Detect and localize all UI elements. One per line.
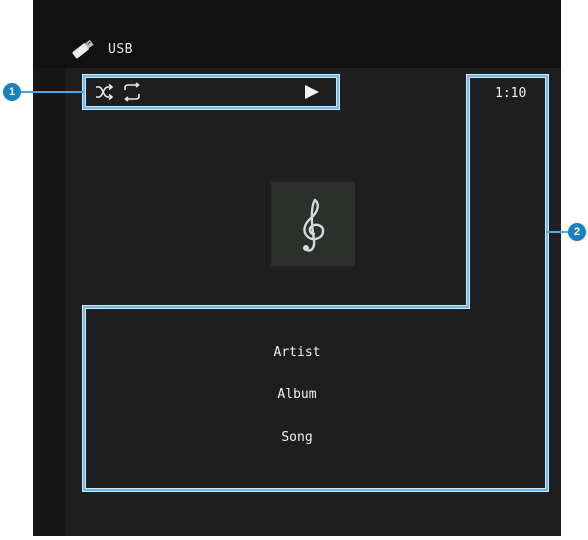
shuffle-icon <box>96 83 114 101</box>
playback-status-bar <box>83 76 337 108</box>
source-header: USB <box>33 0 561 68</box>
play-icon <box>305 85 319 99</box>
content-panel <box>65 68 561 536</box>
album-art <box>271 182 355 266</box>
song-text: Song <box>281 430 313 445</box>
artist-text: Artist <box>273 345 321 360</box>
source-label: USB <box>108 42 133 57</box>
usb-stick-icon <box>69 38 97 60</box>
elapsed-time: 1:10 <box>495 86 527 101</box>
treble-clef-icon <box>303 198 325 252</box>
repeat-icon <box>124 82 140 102</box>
callout-badge-2: 2 <box>568 223 586 241</box>
now-playing-screen: USB 1:10 Artist Album Song <box>33 0 561 536</box>
album-text: Album <box>277 387 317 402</box>
callout-badge-1: 1 <box>3 83 21 101</box>
